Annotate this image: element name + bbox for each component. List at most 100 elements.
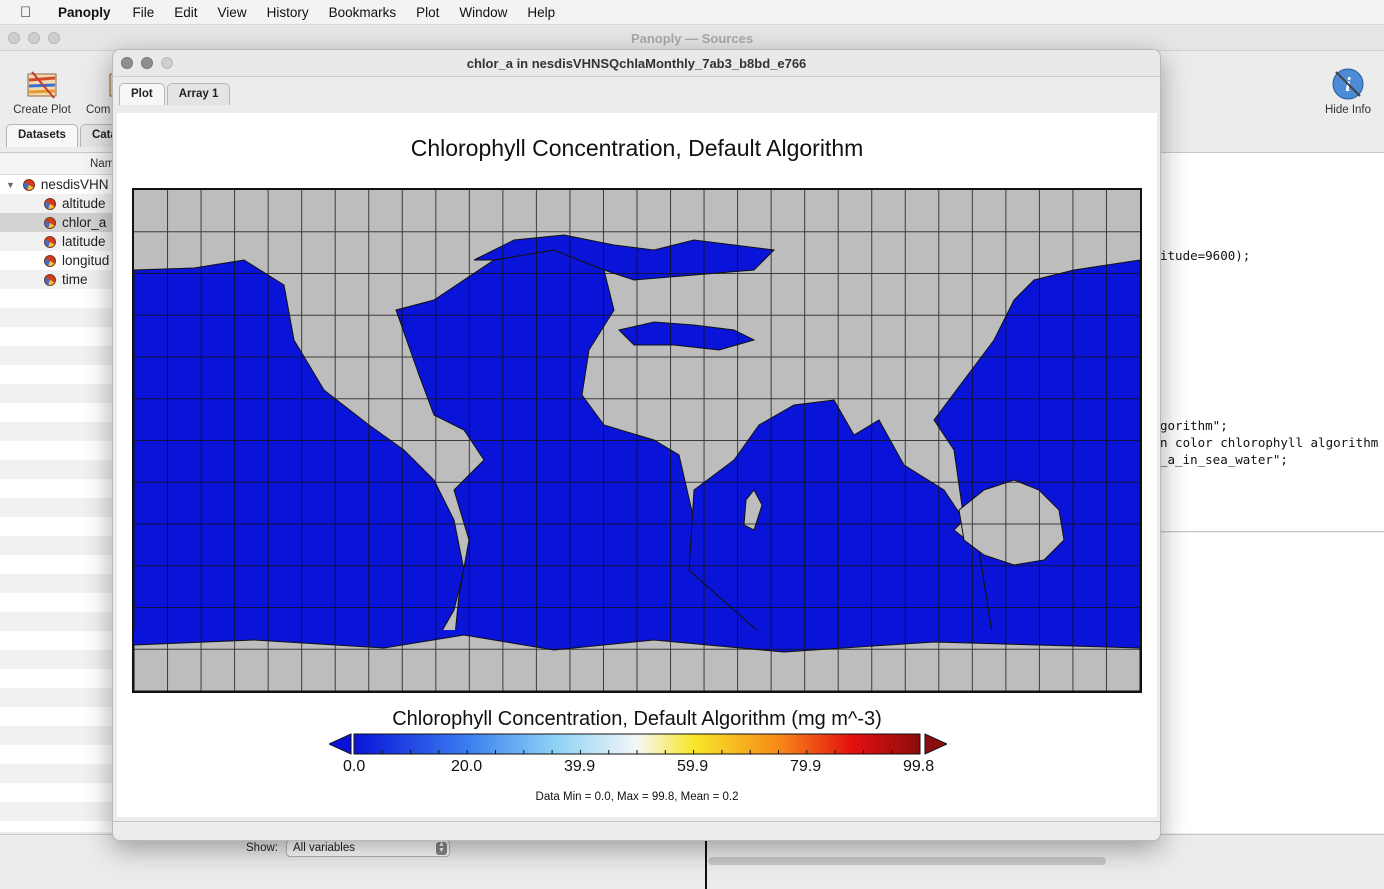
info-line: _a_in_sea_water"; <box>1160 452 1288 467</box>
colorbar-tick-label: 0.0 <box>343 758 366 775</box>
tree-row-empty <box>0 650 116 669</box>
tree-row-empty <box>0 441 116 460</box>
tree-row-empty <box>0 726 116 745</box>
hide-info-label: Hide Info <box>1324 104 1372 116</box>
colorbar-tick-label: 20.0 <box>451 758 483 775</box>
tree-row-empty <box>0 574 116 593</box>
menu-window[interactable]: Window <box>459 5 507 20</box>
tree-row-empty <box>0 422 116 441</box>
colorbar-tick-label: 99.8 <box>903 758 935 775</box>
plot-window: chlor_a in nesdisVHNSQchlaMonthly_7ab3_b… <box>112 49 1161 841</box>
tree-row-time[interactable]: time <box>0 270 116 289</box>
menu-edit[interactable]: Edit <box>174 5 197 20</box>
tree-rows: ▼ nesdisVHN altitude chlor_a latitude lo… <box>0 175 116 821</box>
split-divider[interactable] <box>705 840 707 889</box>
menu-help[interactable]: Help <box>527 5 555 20</box>
plot-window-title: chlor_a in nesdisVHNSQchlaMonthly_7ab3_b… <box>466 56 807 71</box>
colorbar-tick-label: 39.9 <box>564 758 596 775</box>
info-line: gorithm"; <box>1160 418 1228 433</box>
combine-plot-label: Com <box>86 104 111 116</box>
tree-row-dataset[interactable]: ▼ nesdisVHN <box>0 175 116 194</box>
menu-app-panoply[interactable]: Panoply <box>58 5 111 20</box>
colorbar-title: Chlorophyll Concentration, Default Algor… <box>392 708 882 730</box>
show-label: Show: <box>246 842 278 854</box>
variable-icon <box>44 216 56 229</box>
tab-plot[interactable]: Plot <box>119 83 165 105</box>
tree-row-label: nesdisVHN <box>40 177 109 192</box>
tree-row-chlor-a[interactable]: chlor_a <box>0 213 116 232</box>
tree-row-empty <box>0 346 116 365</box>
colorbar-underflow-arrow <box>327 733 352 755</box>
tree-row-empty <box>0 745 116 764</box>
map-plot[interactable] <box>132 188 1142 693</box>
tree-row-empty <box>0 536 116 555</box>
tree-row-empty <box>0 327 116 346</box>
tree-row-empty <box>0 669 116 688</box>
variable-icon <box>44 254 56 267</box>
tree-row-empty <box>0 783 116 802</box>
tree-row-latitude[interactable]: latitude <box>0 232 116 251</box>
plot-window-footer <box>113 821 1160 840</box>
menu-file[interactable]: File <box>133 5 155 20</box>
tree-row-longitude[interactable]: longitud <box>0 251 116 270</box>
tree-row-empty <box>0 517 116 536</box>
tree-row-empty <box>0 460 116 479</box>
create-plot-icon <box>24 66 60 102</box>
info-panel: itude=9600); gorithm"; n color chlorophy… <box>1160 152 1384 532</box>
tree-row-label: altitude <box>62 196 106 211</box>
column-header-name[interactable]: Nam <box>0 153 116 175</box>
tab-array-1[interactable]: Array 1 <box>166 83 231 105</box>
plot-canvas: Chlorophyll Concentration, Default Algor… <box>117 113 1157 817</box>
hide-info-button[interactable]: i Hide Info <box>1318 66 1378 116</box>
dataset-tree: Nam ▼ nesdisVHN altitude chlor_a latitud… <box>0 152 116 832</box>
plot-title: Chlorophyll Concentration, Default Algor… <box>410 135 864 161</box>
menu-plot[interactable]: Plot <box>416 5 439 20</box>
apple-menu-icon[interactable]:  <box>20 4 42 21</box>
menu-history[interactable]: History <box>267 5 309 20</box>
plot-tabs: Plot Array 1 <box>119 83 232 105</box>
tree-row-empty <box>0 403 116 422</box>
sources-titlebar: Panoply — Sources <box>0 26 1384 51</box>
tree-row-empty <box>0 802 116 821</box>
tree-row-empty <box>0 365 116 384</box>
create-plot-button[interactable]: Create Plot <box>12 66 72 116</box>
show-filter-select[interactable]: All variables ▲ ▼ <box>286 840 450 857</box>
dataset-icon <box>22 178 35 191</box>
tree-row-altitude[interactable]: altitude <box>0 194 116 213</box>
tree-row-label: chlor_a <box>62 215 107 230</box>
horizontal-scrollbar[interactable] <box>708 857 1106 865</box>
tree-row-empty <box>0 764 116 783</box>
select-stepper-icon: ▲ ▼ <box>436 841 447 855</box>
menu-view[interactable]: View <box>218 5 247 20</box>
plot-titlebar: chlor_a in nesdisVHNSQchlaMonthly_7ab3_b… <box>113 50 1160 77</box>
colorbar-tick-label: 59.9 <box>677 758 709 775</box>
menu-bookmarks[interactable]: Bookmarks <box>329 5 397 20</box>
data-stats: Data Min = 0.0, Max = 99.8, Mean = 0.2 <box>535 791 739 803</box>
variable-icon <box>44 273 56 286</box>
tree-row-empty <box>0 593 116 612</box>
hide-info-icon: i <box>1330 66 1366 102</box>
tab-datasets[interactable]: Datasets <box>6 124 78 147</box>
info-lower-panel <box>1160 533 1384 833</box>
tree-row-empty <box>0 612 116 631</box>
tree-row-empty <box>0 479 116 498</box>
tree-row-empty <box>0 308 116 327</box>
tree-row-empty <box>0 555 116 574</box>
tree-row-empty <box>0 289 116 308</box>
colorbar-tick-label: 79.9 <box>790 758 822 775</box>
disclosure-triangle-icon[interactable]: ▼ <box>6 180 15 190</box>
sources-window-title: Panoply — Sources <box>630 31 754 46</box>
combine-plot-button[interactable]: Com <box>86 66 114 116</box>
variable-icon <box>44 235 56 248</box>
create-plot-label: Create Plot <box>13 104 71 116</box>
world-map <box>134 190 1140 691</box>
colorbar-overflow-arrow <box>924 733 949 755</box>
menu-bar:  Panoply File Edit View History Bookmar… <box>0 0 1384 25</box>
tree-row-label: latitude <box>62 234 106 249</box>
tree-row-empty <box>0 707 116 726</box>
tree-row-label: longitud <box>62 253 110 268</box>
info-line: n color chlorophyll algorithm <box>1160 435 1379 450</box>
colorbar <box>327 733 949 755</box>
tree-row-empty <box>0 631 116 650</box>
tree-row-label: time <box>62 272 88 287</box>
